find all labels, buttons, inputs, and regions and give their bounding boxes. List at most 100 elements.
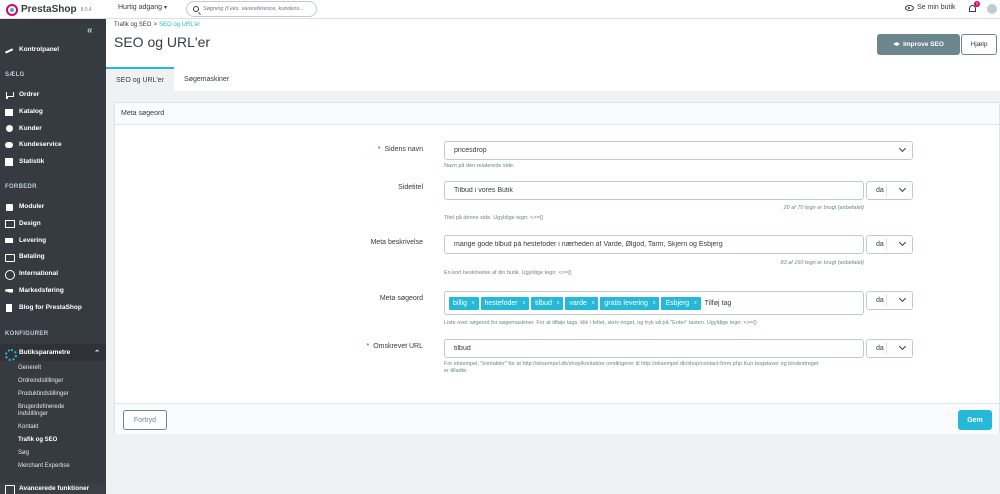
sidebar-subitem-contact[interactable]: Kontakt (18, 424, 38, 431)
sidebar-item-shop-parameters[interactable]: Butiksparametre ⌃ (0, 344, 106, 361)
megaphone-icon (5, 287, 14, 295)
meta-keywords-tag-input[interactable]: billig x hestefoder x tilbud x varde x grati… (444, 291, 864, 315)
sidebar-subitem-search[interactable]: Søg (18, 450, 29, 457)
search-icon (193, 6, 199, 12)
improve-seo-label: Improve SEO (903, 41, 944, 48)
page-name-label: * Sidens navn (223, 146, 423, 153)
sidebar-item-international[interactable]: International (0, 265, 106, 282)
improve-seo-button[interactable]: Improve SEO (877, 34, 960, 55)
page-name-select[interactable]: pricesdrop (444, 141, 913, 160)
search-box[interactable] (186, 1, 317, 17)
sidebar-item-marketing[interactable]: Markedsføring (0, 282, 106, 299)
section-heading-improve: FORBEDR (5, 184, 37, 190)
remove-tag-icon[interactable]: x (694, 300, 697, 306)
store-icon (5, 108, 14, 116)
sub-label-line2: indstillinger (18, 411, 49, 417)
breadcrumb-parent[interactable]: Trafik og SEO (114, 22, 151, 28)
collapse-sidebar-icon[interactable]: « (87, 25, 93, 36)
sidebar-item-label: International (19, 270, 59, 277)
view-shop-label: Se min butik (917, 4, 956, 11)
tag-label: billig (453, 299, 468, 307)
tag-label: hestefoder (484, 299, 518, 307)
tag-label: Esbjerg (665, 299, 690, 307)
sub-label-line1: Brugerdefinerede (18, 404, 65, 410)
sidebar-item-orders[interactable]: Ordrer (0, 86, 106, 103)
remove-tag-icon[interactable]: x (653, 300, 656, 306)
divider (886, 342, 887, 355)
sidebar-item-design[interactable]: Design (0, 215, 106, 232)
user-icon (5, 124, 14, 133)
panel-title: Meta søgeord (115, 103, 999, 125)
prestashop-logo[interactable]: PrestaShop 8.0.4 (6, 3, 92, 16)
sidebar-item-label: Ordrer (19, 91, 40, 98)
quick-access-dropdown[interactable]: Hurtig adgang ▾ (118, 4, 167, 11)
sidebar-item-customer-service[interactable]: Kundeservice (0, 136, 106, 153)
meta-description-label: Meta beskrivelse (370, 239, 423, 246)
required-asterisk: * (377, 146, 381, 153)
save-button[interactable]: Gem (958, 410, 992, 430)
tab-bar: SEO og URL'er Søgemaskiner (106, 67, 1000, 91)
cart-icon (5, 91, 14, 99)
sidebar-item-statistics[interactable]: Statistik (0, 153, 106, 170)
keyword-tag: billig x (449, 296, 479, 310)
sidebar-item-catalog[interactable]: Katalog (0, 103, 106, 120)
sidebar-item-customers[interactable]: Kunder (0, 120, 106, 137)
page-title-value: Tilbud i vores Butik (454, 187, 513, 194)
remove-tag-icon[interactable]: x (592, 300, 595, 306)
sidebar-subitem-general[interactable]: Generelt (18, 365, 41, 372)
page-header: Trafik og SEO > SEO og URL'er SEO og URL'e… (106, 19, 1000, 91)
rewritten-url-lang-select[interactable]: da (866, 339, 913, 358)
trend-icon (5, 46, 14, 54)
sidebar-subitem-product-settings[interactable]: Produktindstillinger (18, 391, 69, 398)
page-title-label: Sidetitel (398, 184, 423, 191)
breadcrumb-separator: > (153, 22, 157, 28)
caret-down-icon: ▾ (163, 5, 167, 11)
sidebar-item-blog[interactable]: Blog for PrestaShop (0, 299, 106, 316)
page-title-lang-select[interactable]: da (866, 181, 913, 200)
chevron-down-icon (898, 342, 907, 351)
meta-keywords-lang-select[interactable]: da (866, 291, 913, 310)
rewritten-url-label: * Omskrevet URL (223, 343, 423, 350)
sidebar-subitem-traffic-seo[interactable]: Trafik og SEO (18, 437, 57, 444)
sidebar-item-advanced[interactable]: Avancerede funktioner (0, 483, 106, 494)
remove-tag-icon[interactable]: x (472, 300, 475, 306)
chat-icon (5, 141, 14, 149)
sidebar-item-label: Markedsføring (19, 287, 64, 294)
meta-keywords-label: Meta søgeord (379, 295, 423, 302)
user-avatar[interactable] (987, 4, 997, 14)
view-shop-link[interactable]: Se min butik (905, 4, 956, 11)
sidebar-item-label: Blog for PrestaShop (19, 304, 82, 311)
panel-footer: Fortryd Gem (115, 403, 999, 434)
meta-description-help: En kort beskrivelse af din butik. Ugyldi… (444, 270, 572, 276)
cancel-button[interactable]: Fortryd (123, 410, 167, 430)
remove-tag-icon[interactable]: x (557, 300, 560, 306)
keyword-tag: gratis levering x (600, 296, 660, 310)
chevron-down-icon (898, 238, 907, 247)
help-button[interactable]: Hjælp (961, 34, 997, 55)
rewritten-url-input[interactable]: tilbud (444, 339, 864, 358)
sidebar-subitem-order-settings[interactable]: Ordreindstillinger (18, 378, 63, 385)
rewritten-url-help: For eksempel, "kontakter" for at http://… (444, 361, 914, 375)
add-tag-input[interactable]: Tilføj tag (705, 300, 732, 307)
remove-tag-icon[interactable]: x (523, 300, 526, 306)
meta-description-input[interactable]: mange gode tilbud på hestefoder i nærhed… (444, 235, 864, 254)
sidebar-subitem-custom-settings[interactable]: Brugerdefinerede indstillinger (18, 404, 64, 418)
tab-seo-urls[interactable]: SEO og URL'er (106, 67, 175, 91)
truck-icon (5, 237, 14, 245)
divider (886, 238, 887, 251)
sidebar-item-label: Kundeservice (19, 141, 62, 148)
sidebar-item-shipping[interactable]: Levering (0, 232, 106, 249)
chevron-down-icon (898, 294, 907, 303)
sidebar-item-payment[interactable]: Betaling (0, 248, 106, 265)
page-title-input[interactable]: Tilbud i vores Butik (444, 181, 864, 200)
breadcrumb-current[interactable]: SEO og URL'er (159, 22, 200, 28)
search-input[interactable] (203, 6, 313, 12)
meta-keywords-help: Liste over søgeord for søgemaskiner. For… (444, 320, 757, 326)
meta-description-lang-select[interactable]: da (866, 235, 913, 254)
tab-search-engines[interactable]: Søgemaskiner (174, 67, 239, 91)
sidebar-item-modules[interactable]: Moduler (0, 198, 106, 215)
sidebar-subitem-merchant-expertise[interactable]: Merchant Expertise (18, 463, 70, 470)
divider (886, 294, 887, 307)
sidebar-item-dashboard[interactable]: Kontrolpanel (0, 41, 106, 58)
keyword-tag: varde x (565, 296, 599, 310)
